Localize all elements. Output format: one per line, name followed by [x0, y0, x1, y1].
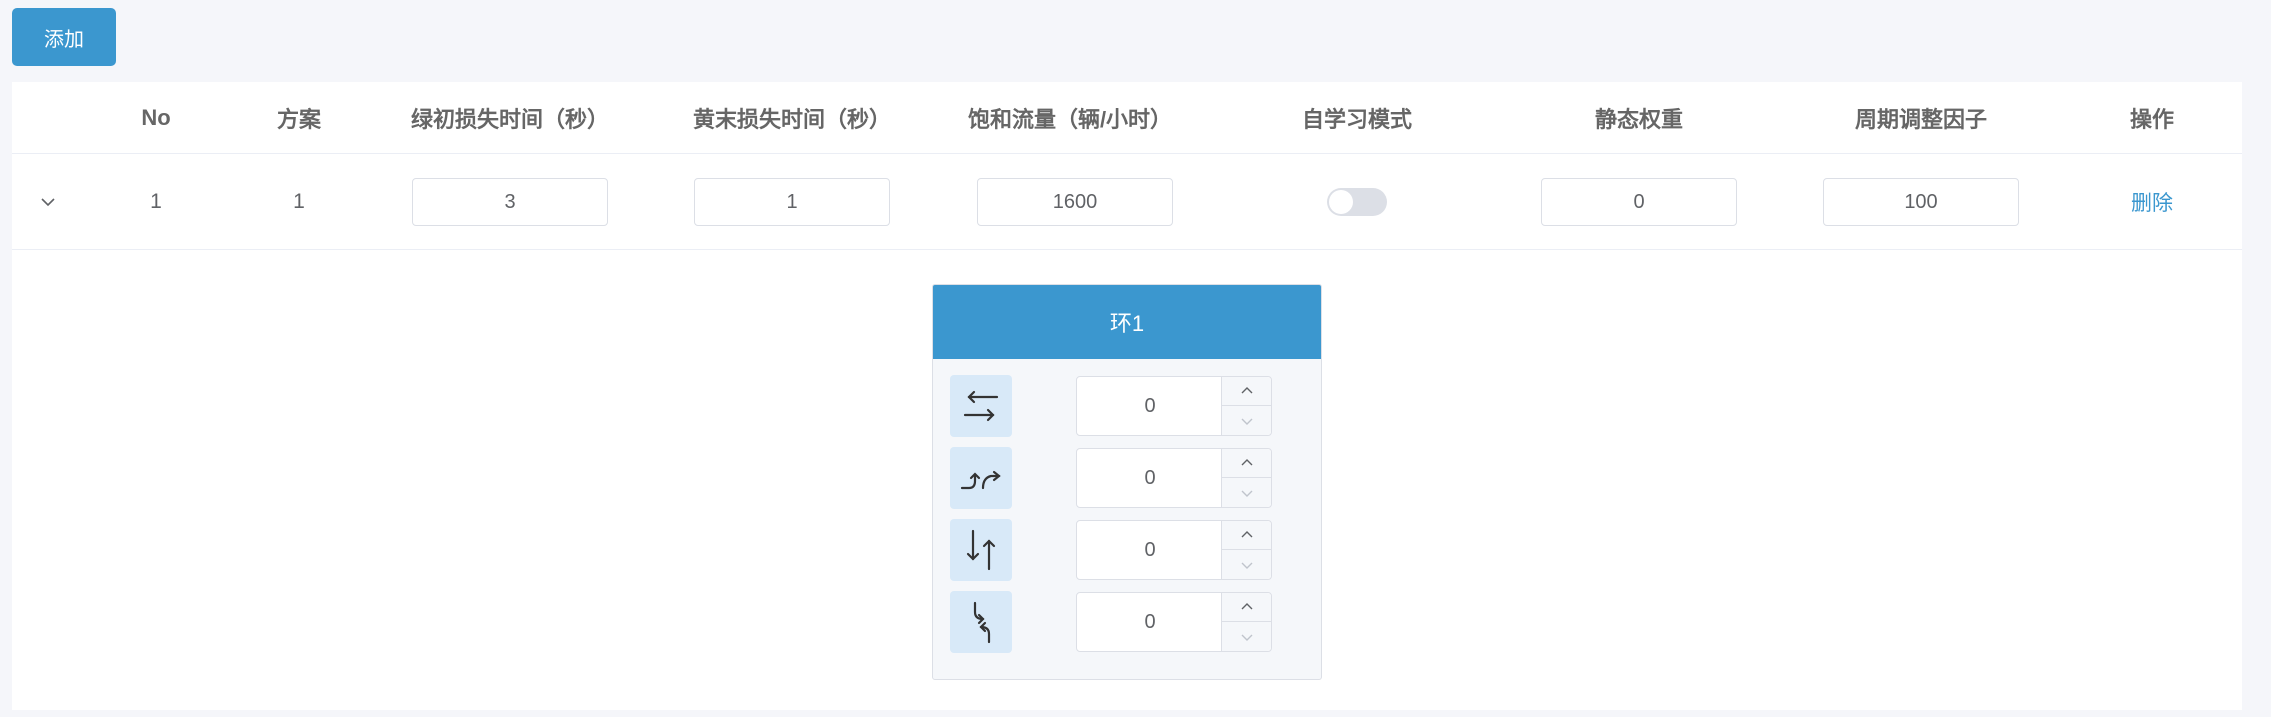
- cell-green-loss: [412, 154, 608, 250]
- header-green-loss: 绿初损失时间（秒）: [410, 107, 610, 132]
- increment-button[interactable]: [1221, 377, 1271, 406]
- phase-stepper[interactable]: 0: [1076, 448, 1272, 508]
- header-action: 操作: [2129, 107, 2175, 132]
- phase-row: 0: [933, 591, 1321, 653]
- increment-button[interactable]: [1221, 593, 1271, 622]
- chevron-down-icon: [1241, 418, 1252, 425]
- phase-stepper[interactable]: 0: [1076, 592, 1272, 652]
- phase-value[interactable]: 0: [1077, 377, 1223, 435]
- phase-row: 0: [933, 375, 1321, 437]
- ring-panel: 环1 0 0 0 0: [932, 284, 1322, 680]
- north-south-straight-icon: [950, 519, 1012, 581]
- phase-value[interactable]: 0: [1077, 521, 1223, 579]
- green-loss-input[interactable]: [412, 178, 608, 226]
- chevron-up-icon: [1241, 459, 1252, 466]
- header-plan: 方案: [276, 107, 322, 132]
- phase-value[interactable]: 0: [1077, 449, 1223, 507]
- chevron-down-icon: [1241, 634, 1252, 641]
- phase-row: 0: [933, 519, 1321, 581]
- chevron-down-icon: [41, 198, 55, 207]
- chevron-up-icon: [1241, 531, 1252, 538]
- increment-button[interactable]: [1221, 449, 1271, 478]
- straight-through-icon: [950, 375, 1012, 437]
- cell-self-learning: [1327, 154, 1387, 250]
- chevron-down-icon: [1241, 490, 1252, 497]
- cycle-factor-input[interactable]: [1823, 178, 2019, 226]
- cell-saturation-flow: [977, 154, 1173, 250]
- cell-plan: 1: [293, 190, 305, 213]
- add-button[interactable]: 添加: [12, 8, 116, 66]
- table-row: 1 1 删除: [12, 154, 2242, 250]
- header-no: No: [141, 105, 171, 130]
- cell-no: 1: [150, 190, 162, 213]
- decrement-button[interactable]: [1221, 406, 1271, 435]
- delete-link[interactable]: 删除: [2131, 187, 2173, 217]
- phase-row: 0: [933, 447, 1321, 509]
- yellow-loss-input[interactable]: [694, 178, 890, 226]
- header-cycle-factor: 周期调整因子: [1854, 107, 1988, 132]
- chevron-up-icon: [1241, 603, 1252, 610]
- chevron-down-icon: [1241, 562, 1252, 569]
- header-saturation-flow: 饱和流量（辆/小时）: [967, 107, 1173, 132]
- header-yellow-loss: 黄末损失时间（秒）: [692, 107, 892, 132]
- cell-action: 删除: [2131, 154, 2173, 250]
- decrement-button[interactable]: [1221, 478, 1271, 507]
- left-turn-icon: [950, 447, 1012, 509]
- expand-row-button[interactable]: [36, 190, 60, 214]
- chevron-up-icon: [1241, 387, 1252, 394]
- phase-stepper[interactable]: 0: [1076, 376, 1272, 436]
- phase-value[interactable]: 0: [1077, 593, 1223, 651]
- header-self-learning: 自学习模式: [1301, 107, 1413, 132]
- cell-cycle-factor: [1823, 154, 2019, 250]
- saturation-flow-input[interactable]: [977, 178, 1173, 226]
- decrement-button[interactable]: [1221, 550, 1271, 579]
- decrement-button[interactable]: [1221, 622, 1271, 651]
- cell-yellow-loss: [694, 154, 890, 250]
- header-static-weight: 静态权重: [1594, 107, 1684, 132]
- phase-stepper[interactable]: 0: [1076, 520, 1272, 580]
- north-south-left-turn-icon: [950, 591, 1012, 653]
- ring-title: 环1: [933, 285, 1321, 359]
- table-header: No 方案 绿初损失时间（秒） 黄末损失时间（秒） 饱和流量（辆/小时） 自学习…: [12, 82, 2242, 154]
- cell-static-weight: [1541, 154, 1737, 250]
- self-learning-toggle[interactable]: [1327, 188, 1387, 216]
- static-weight-input[interactable]: [1541, 178, 1737, 226]
- increment-button[interactable]: [1221, 521, 1271, 550]
- config-table: No 方案 绿初损失时间（秒） 黄末损失时间（秒） 饱和流量（辆/小时） 自学习…: [12, 82, 2242, 710]
